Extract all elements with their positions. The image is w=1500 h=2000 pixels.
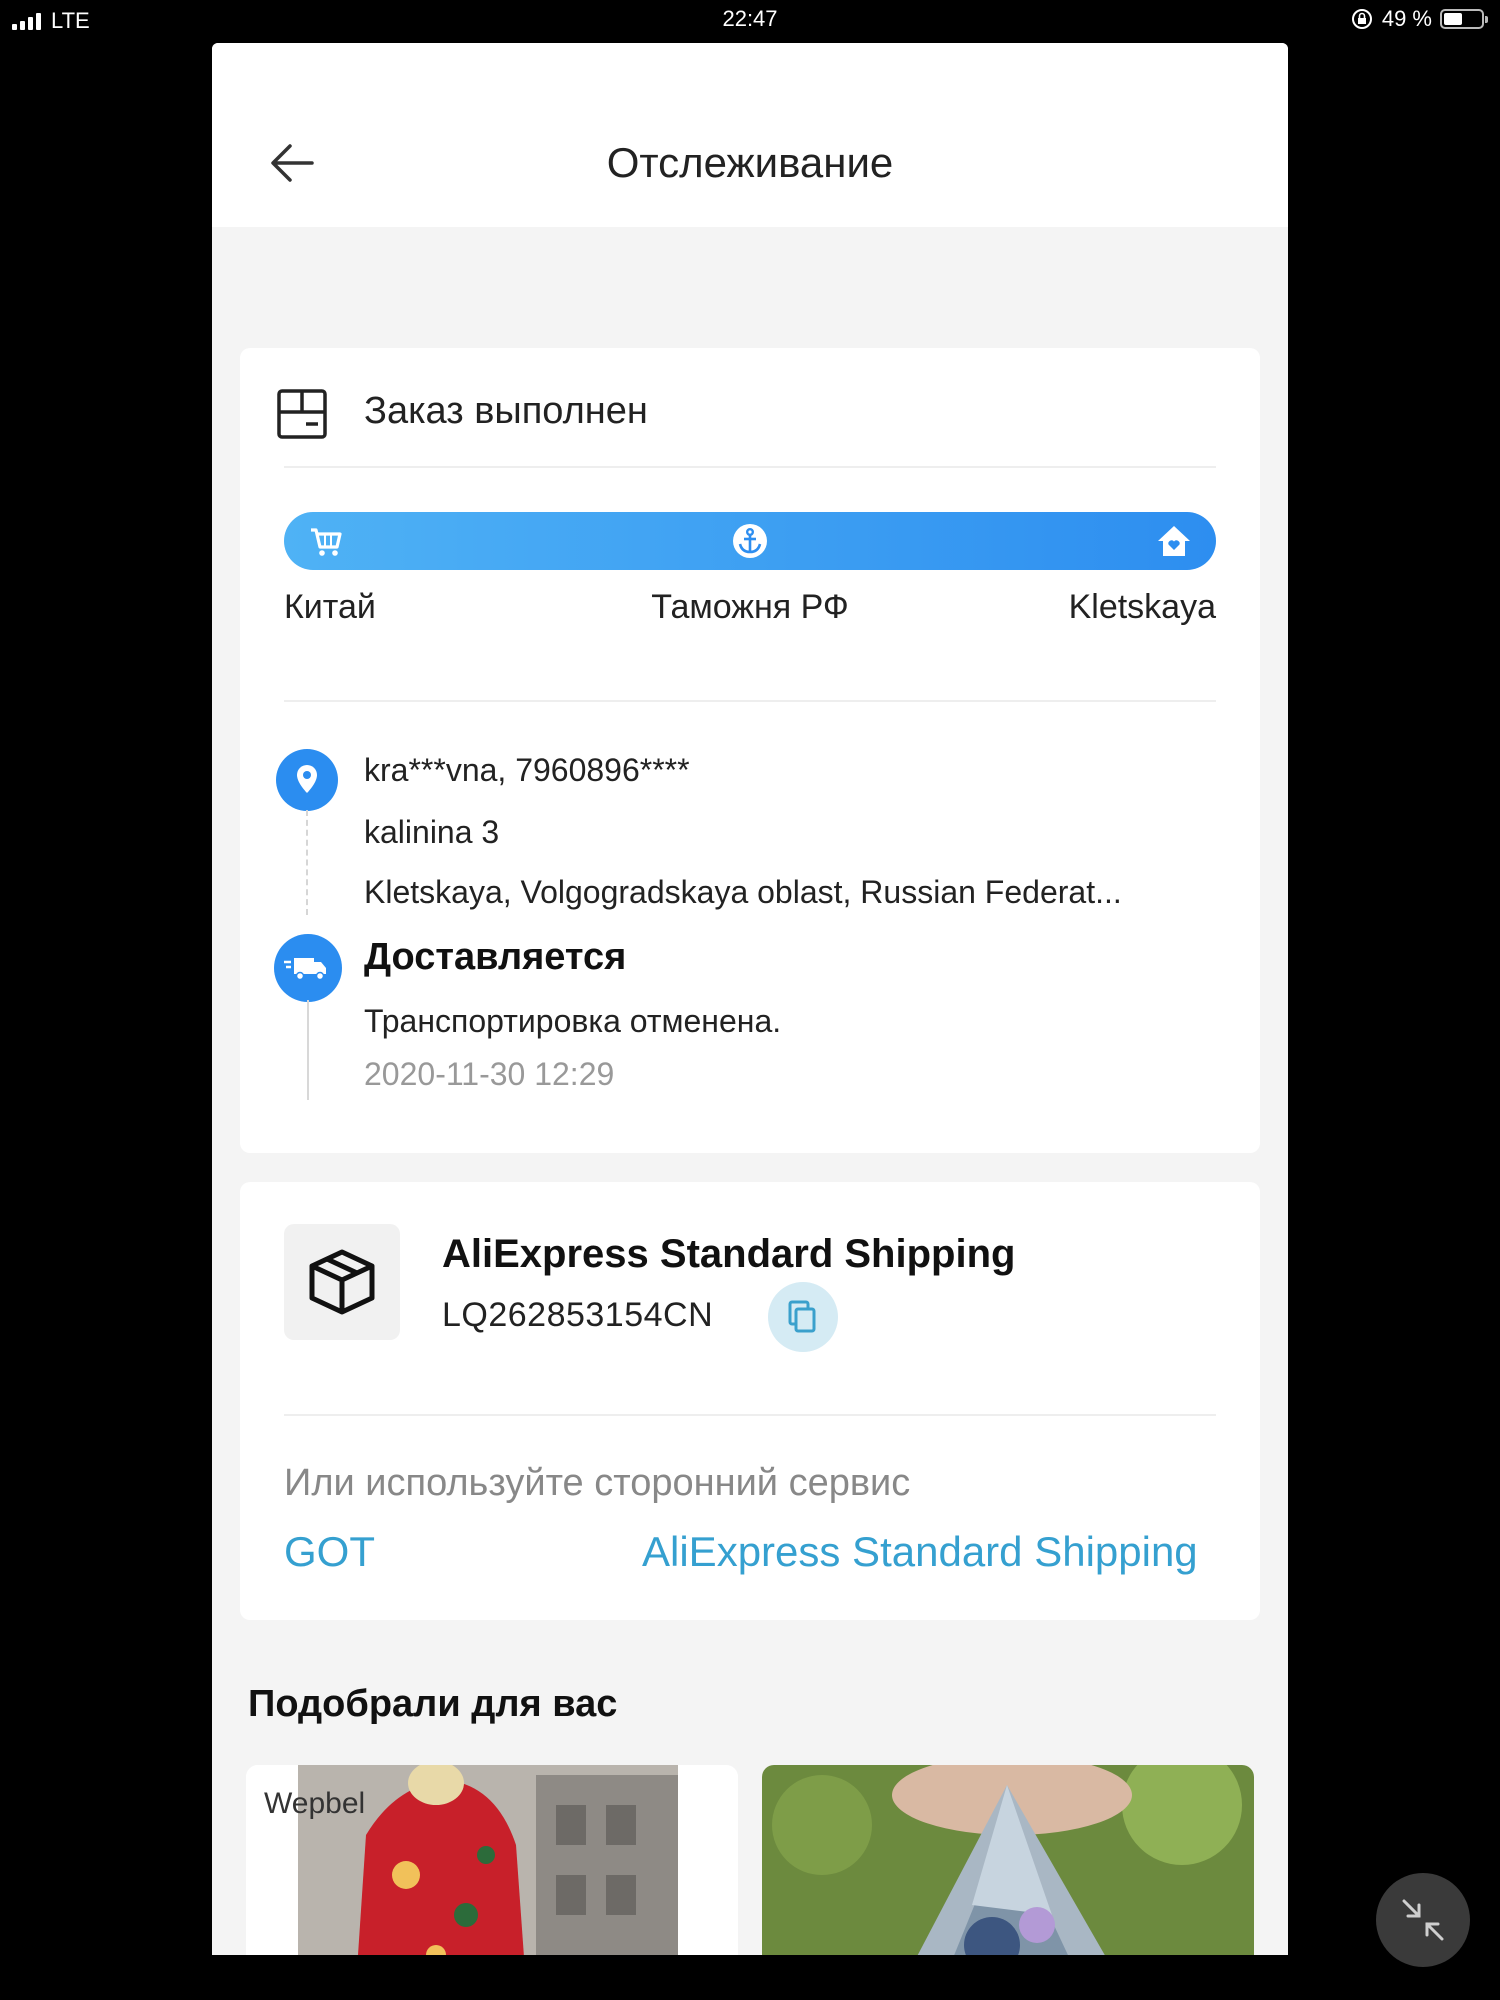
minimize-button[interactable]	[1376, 1873, 1470, 1967]
parcel-icon	[309, 1249, 375, 1315]
delivery-timestamp: 2020-11-30 12:29	[364, 1056, 615, 1092]
orientation-lock-icon	[1351, 9, 1372, 29]
delivery-progress-bar	[284, 512, 1216, 570]
got-link[interactable]: GOT	[284, 1528, 375, 1576]
copy-tracking-button[interactable]	[768, 1282, 838, 1352]
address-region: Kletskaya, Volgogradskaya oblast, Russia…	[364, 874, 1122, 910]
battery-percent: 49 %	[1381, 6, 1432, 31]
status-bar: LTE 22:47 49 %	[0, 0, 1500, 40]
tracking-screen: Отслеживание Заказ выполнен Китай Таможн…	[212, 43, 1288, 1955]
recipient-info: kra***vna, 7960896****	[364, 752, 690, 788]
delivery-status-message: Транспортировка отменена.	[364, 1003, 782, 1039]
timeline-connector	[306, 810, 308, 915]
shipping-box-icon-wrapper	[284, 1224, 400, 1340]
recommendations-title: Подобрали для вас	[248, 1683, 618, 1725]
delivery-status-title: Доставляется	[364, 936, 627, 978]
shipping-card: AliExpress Standard Shipping LQ262853154…	[240, 1182, 1260, 1620]
divider	[284, 1414, 1216, 1416]
progress-step-labels: Китай Таможня РФ Kletskaya	[284, 588, 1216, 632]
status-bar-right: 49 %	[1350, 6, 1488, 32]
app-header: Отслеживание	[212, 43, 1288, 227]
divider	[284, 700, 1216, 702]
divider	[284, 466, 1216, 468]
order-status-card: Заказ выполнен Китай Таможня РФ Kletskay…	[240, 348, 1260, 1153]
clock: 22:47	[722, 6, 778, 31]
home-icon	[1158, 526, 1190, 556]
delivery-truck-icon	[274, 934, 342, 1002]
package-box-icon	[277, 389, 327, 439]
third-party-service-label: Или используйте сторонний сервис	[284, 1462, 911, 1504]
copy-icon	[788, 1300, 816, 1333]
address-street: kalinina 3	[364, 814, 500, 850]
tracking-number: LQ262853154CN	[442, 1296, 714, 1334]
page-title: Отслеживание	[606, 139, 894, 186]
timeline-line	[307, 1000, 309, 1100]
shipping-service-name: AliExpress Standard Shipping	[442, 1232, 1016, 1276]
collapse-arrows-icon	[1402, 1899, 1444, 1941]
cart-icon	[311, 528, 342, 556]
order-status-label: Заказ выполнен	[364, 390, 648, 432]
product-card[interactable]: Wepbel	[246, 1765, 738, 1955]
step-destination-label: Kletskaya	[1068, 588, 1216, 626]
location-pin-icon	[276, 749, 338, 811]
product-card[interactable]	[762, 1765, 1254, 1955]
battery-icon	[1440, 9, 1488, 29]
anchor-icon	[733, 524, 767, 558]
order-status-row: Заказ выполнен	[240, 348, 1260, 468]
product-brand: Wepbel	[264, 1787, 366, 1820]
aliexpress-shipping-link[interactable]: AliExpress Standard Shipping	[642, 1528, 1198, 1576]
product-image	[762, 1765, 1254, 1955]
